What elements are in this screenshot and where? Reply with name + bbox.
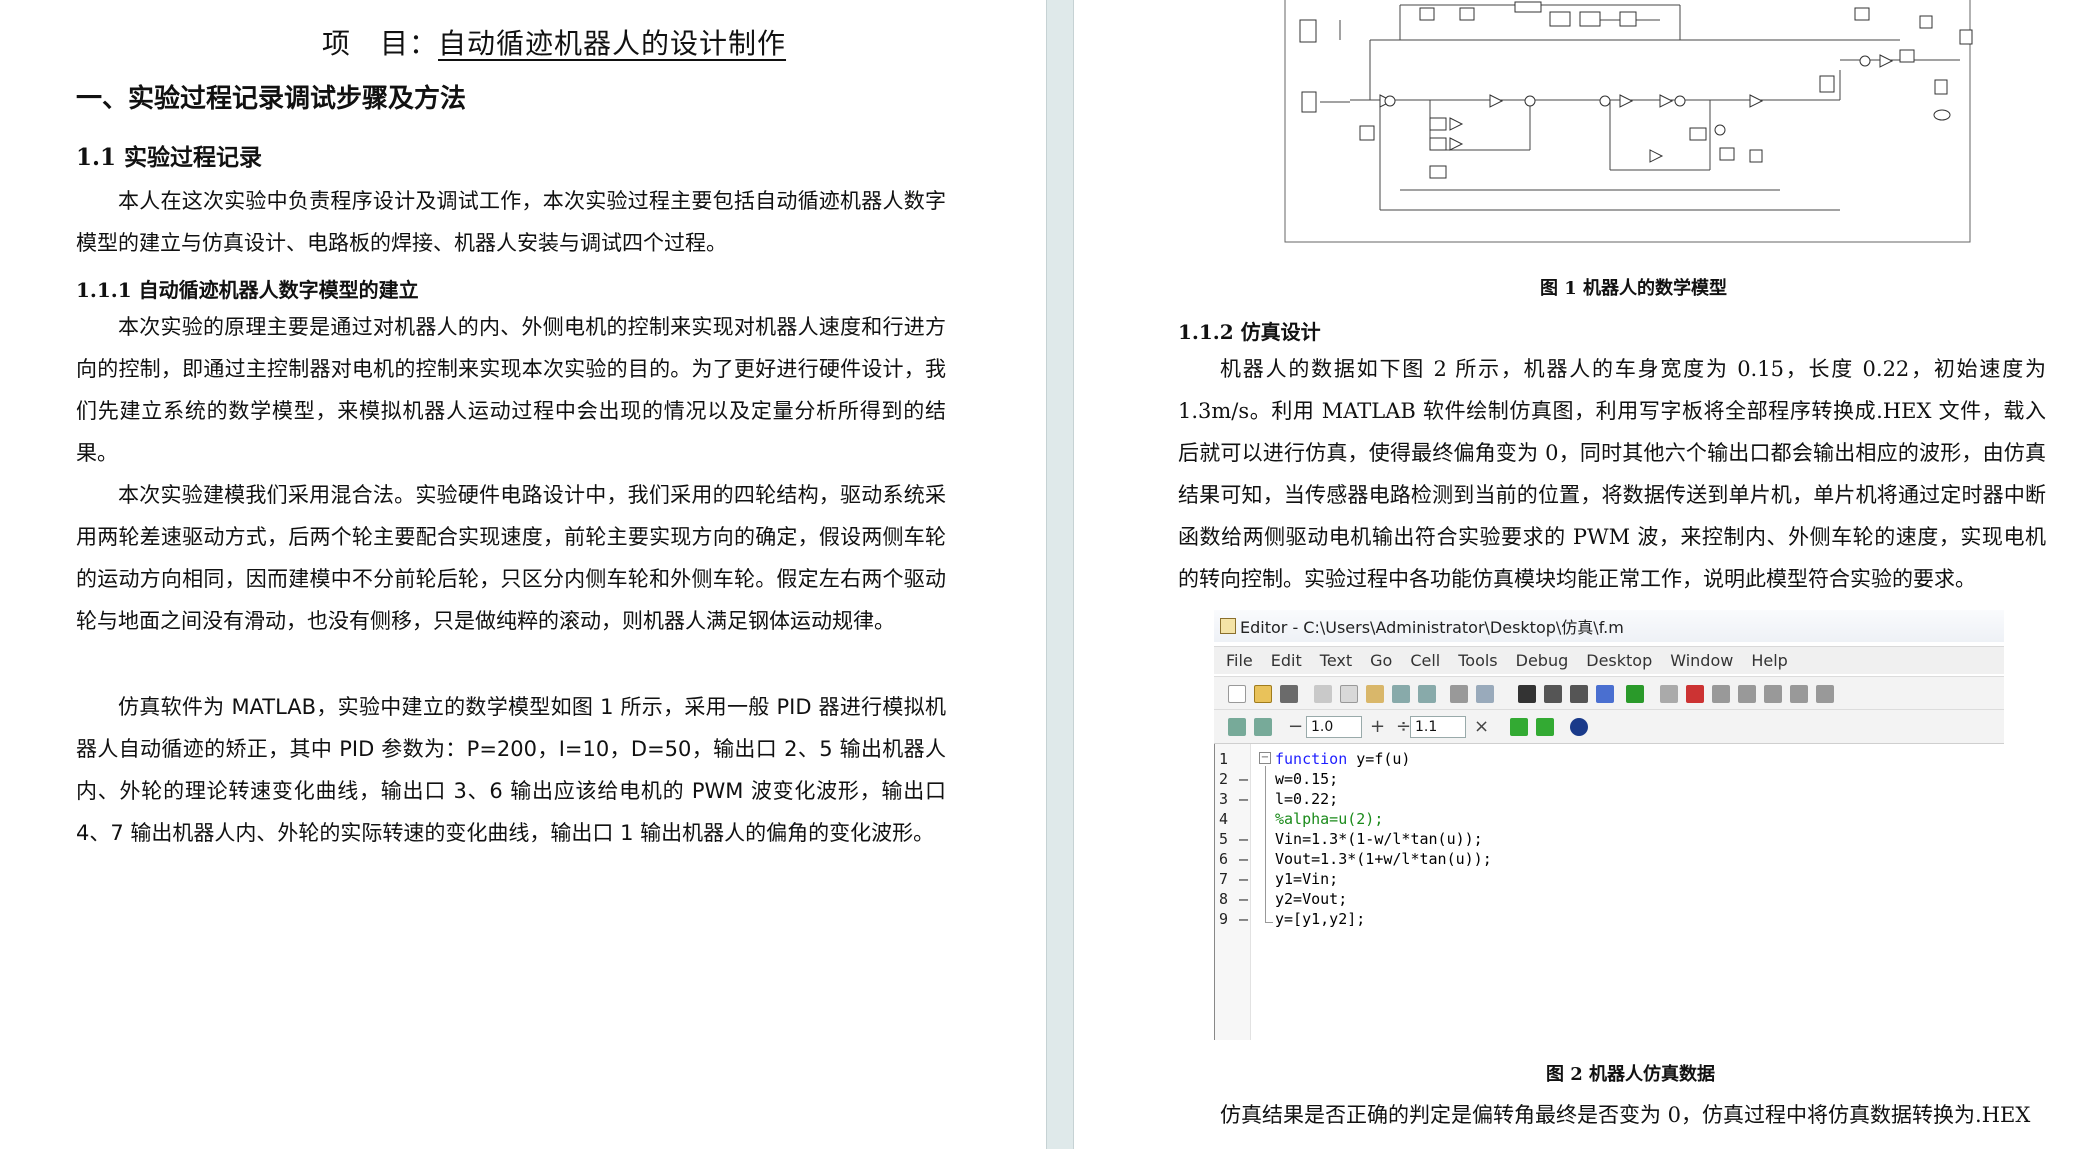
line-number: 3 xyxy=(1219,790,1229,808)
paragraph-intro: 本人在这次实验中负责程序设计及调试工作，本次实验过程主要包括自动循迹机器人数字模… xyxy=(76,189,946,255)
undo-icon[interactable] xyxy=(1392,685,1410,703)
set-breakpoint-icon[interactable] xyxy=(1660,685,1678,703)
menu-text[interactable]: Text xyxy=(1320,651,1352,670)
menu-help[interactable]: Help xyxy=(1751,651,1787,670)
forward-arrow-icon[interactable] xyxy=(1570,685,1588,703)
increment-icon[interactable]: + xyxy=(1370,716,1385,737)
menu-tools[interactable]: Tools xyxy=(1458,651,1497,670)
matlab-editor-figure: Editor - C:\Users\Administrator\Desktop\… xyxy=(1214,610,2004,1040)
subsection-heading-1-1: 1.1 实验过程记录 xyxy=(76,144,263,171)
divide-icon[interactable]: ÷ xyxy=(1396,716,1411,737)
function-browser-icon[interactable] xyxy=(1596,685,1614,703)
code-line-4: %alpha=u(2); xyxy=(1275,810,1384,828)
section-heading: 一、实验过程记录调试步骤及方法 xyxy=(76,84,467,114)
project-name: 自动循迹机器人的设计制作 xyxy=(438,27,787,60)
project-title: 项 目：自动循迹机器人的设计制作 xyxy=(322,22,786,62)
line-number: 6 xyxy=(1219,850,1229,868)
info-icon[interactable] xyxy=(1570,718,1588,736)
clear-breakpoints-icon[interactable] xyxy=(1686,685,1704,703)
code-line-7: y1=Vin; xyxy=(1275,870,1339,888)
code-line-1: function y=f(u) xyxy=(1275,750,1411,768)
copy-icon[interactable] xyxy=(1340,685,1358,703)
print-icon[interactable] xyxy=(1450,685,1468,703)
back-arrow-icon[interactable] xyxy=(1544,685,1562,703)
document-page-left: 项 目：自动循迹机器人的设计制作 一、实验过程记录调试步骤及方法 1.1 实验过… xyxy=(0,0,1046,1149)
exit-debug-icon[interactable] xyxy=(1816,685,1834,703)
editor-titlebar: Editor - C:\Users\Administrator\Desktop\… xyxy=(1214,610,2004,642)
redo-icon[interactable] xyxy=(1418,685,1436,703)
page-gutter xyxy=(1046,0,1074,1149)
decrement-icon[interactable]: − xyxy=(1288,716,1303,737)
open-folder-icon[interactable] xyxy=(1254,685,1272,703)
code-line-3: l=0.22; xyxy=(1275,790,1339,808)
save-icon[interactable] xyxy=(1280,685,1298,703)
multiply-icon[interactable]: × xyxy=(1474,716,1489,737)
code-line-9: y=[y1,y2]; xyxy=(1275,910,1366,928)
line-number: 2 xyxy=(1219,770,1229,788)
menu-go[interactable]: Go xyxy=(1370,651,1392,670)
step-out-icon[interactable] xyxy=(1764,685,1782,703)
paste-icon[interactable] xyxy=(1366,685,1384,703)
new-file-icon[interactable] xyxy=(1228,685,1246,703)
step-in-icon[interactable] xyxy=(1738,685,1756,703)
paragraph-principle: 本次实验的原理主要是通过对机器人的内、外侧电机的控制来实现对机器人速度和行进方向… xyxy=(76,315,946,465)
line-number: 4 xyxy=(1219,810,1229,828)
run-icon[interactable] xyxy=(1626,685,1644,703)
menu-window[interactable]: Window xyxy=(1670,651,1733,670)
figure-2-caption: 图 2 机器人仿真数据 xyxy=(1546,1064,1716,1085)
menu-edit[interactable]: Edit xyxy=(1271,651,1302,670)
editor-title: Editor - C:\Users\Administrator\Desktop\… xyxy=(1240,618,1624,637)
paragraph-result-check: 仿真结果是否正确的判定是偏转角最终是否变为 0，仿真过程中将仿真数据转换为.HE… xyxy=(1220,1103,2031,1127)
project-label: 项 目： xyxy=(322,27,439,60)
menu-debug[interactable]: Debug xyxy=(1516,651,1569,670)
uncomment-icon[interactable] xyxy=(1536,718,1554,736)
line-number: 7 xyxy=(1219,870,1229,888)
editor-app-icon xyxy=(1220,618,1236,634)
line-number-gutter: 1 2 – 3 – 4 5 – 6 – 7 – 8 – 9 – xyxy=(1215,744,1251,1040)
menu-file[interactable]: File xyxy=(1226,651,1253,670)
paragraph-simulation-software: 仿真软件为 MATLAB，实验中建立的数学模型如图 1 所示，采用一般 PID … xyxy=(76,695,946,845)
fold-toggle-icon[interactable]: − xyxy=(1259,752,1271,764)
cut-icon[interactable] xyxy=(1314,685,1332,703)
code-editor[interactable]: 1 2 – 3 – 4 5 – 6 – 7 – 8 – 9 – − functi… xyxy=(1214,744,2004,1040)
continue-icon[interactable] xyxy=(1790,685,1808,703)
code-line-5: Vin=1.3*(1-w/l*tan(u)); xyxy=(1275,830,1483,848)
code-line-8: y2=Vout; xyxy=(1275,890,1348,908)
cell-toolbar: − 1.0 + ÷ 1.1 × xyxy=(1214,710,2004,744)
paragraph-simulation-design: 机器人的数据如下图 2 所示，机器人的车身宽度为 0.15，长度 0.22，初始… xyxy=(1178,357,2046,591)
menu-desktop[interactable]: Desktop xyxy=(1586,651,1652,670)
find-icon[interactable] xyxy=(1518,685,1536,703)
line-number: 9 xyxy=(1219,910,1229,928)
insert-cell-icon[interactable] xyxy=(1228,718,1246,736)
eval-cell-icon[interactable] xyxy=(1254,718,1272,736)
editor-toolbar xyxy=(1214,676,2004,710)
code-line-6: Vout=1.3*(1+w/l*tan(u)); xyxy=(1275,850,1492,868)
figure-1-caption: 图 1 机器人的数学模型 xyxy=(1540,278,1728,299)
line-number: 5 xyxy=(1219,830,1229,848)
step-icon[interactable] xyxy=(1712,685,1730,703)
code-line-2: w=0.15; xyxy=(1275,770,1339,788)
subsection-heading-1-1-1: 1.1.1 自动循迹机器人数字模型的建立 xyxy=(76,278,419,302)
subsection-heading-1-1-2: 1.1.2 仿真设计 xyxy=(1178,320,1321,344)
divide-value-field[interactable]: 1.1 xyxy=(1410,716,1466,738)
editor-menubar: File Edit Text Go Cell Tools Debug Deskt… xyxy=(1214,646,2004,674)
comment-icon[interactable] xyxy=(1510,718,1528,736)
decrement-value-field[interactable]: 1.0 xyxy=(1306,716,1362,738)
menu-cell[interactable]: Cell xyxy=(1410,651,1440,670)
publish-icon[interactable] xyxy=(1476,685,1494,703)
line-number: 1 xyxy=(1219,750,1229,768)
simulink-diagram xyxy=(1284,0,1973,243)
line-number: 8 xyxy=(1219,890,1229,908)
paragraph-modeling: 本次实验建模我们采用混合法。实验硬件电路设计中，我们采用的四轮结构，驱动系统采用… xyxy=(76,483,946,633)
